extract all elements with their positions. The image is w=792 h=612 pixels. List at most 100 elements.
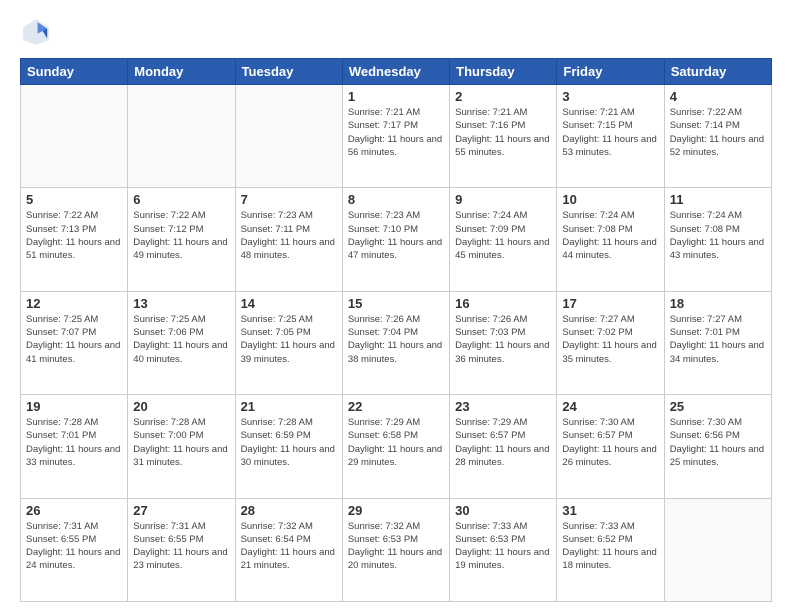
calendar-week-4: 26Sunrise: 7:31 AM Sunset: 6:55 PM Dayli…	[21, 498, 772, 601]
calendar-week-2: 12Sunrise: 7:25 AM Sunset: 7:07 PM Dayli…	[21, 291, 772, 394]
calendar-cell: 28 Sunrise: 7:32 AM Sunset: 6:54 PM Dayli…	[235, 498, 342, 601]
logo-icon	[20, 16, 52, 48]
day-number: 8	[348, 192, 444, 207]
day-header-thursday: Thursday	[450, 59, 557, 85]
day-info: Sunrise: 7:31 AM Sunset: 6:55 PM Dayligh…	[26, 520, 122, 573]
day-info: Sunrise: 7:27 AM Sunset: 7:01 PM Dayligh…	[670, 313, 766, 366]
day-info: Sunrise: 7:28 AM Sunset: 7:00 PM Dayligh…	[133, 416, 229, 469]
day-info: Sunrise: 7:29 AM Sunset: 6:57 PM Dayligh…	[455, 416, 551, 469]
day-header-tuesday: Tuesday	[235, 59, 342, 85]
day-info: Sunrise: 7:28 AM Sunset: 7:01 PM Dayligh…	[26, 416, 122, 469]
calendar-cell	[664, 498, 771, 601]
day-info: Sunrise: 7:30 AM Sunset: 6:57 PM Dayligh…	[562, 416, 658, 469]
calendar-cell: 29 Sunrise: 7:32 AM Sunset: 6:53 PM Dayli…	[342, 498, 449, 601]
day-info: Sunrise: 7:24 AM Sunset: 7:09 PM Dayligh…	[455, 209, 551, 262]
calendar-cell: 13Sunrise: 7:25 AM Sunset: 7:06 PM Dayli…	[128, 291, 235, 394]
day-info: Sunrise: 7:22 AM Sunset: 7:13 PM Dayligh…	[26, 209, 122, 262]
day-info: Sunrise: 7:29 AM Sunset: 6:58 PM Dayligh…	[348, 416, 444, 469]
day-info: Sunrise: 7:32 AM Sunset: 6:54 PM Dayligh…	[241, 520, 337, 573]
day-number: 9	[455, 192, 551, 207]
day-number: 23	[455, 399, 551, 414]
day-info: Sunrise: 7:21 AM Sunset: 7:15 PM Dayligh…	[562, 106, 658, 159]
day-number: 19	[26, 399, 122, 414]
calendar-cell: 17 Sunrise: 7:27 AM Sunset: 7:02 PM Dayli…	[557, 291, 664, 394]
calendar-week-3: 19 Sunrise: 7:28 AM Sunset: 7:01 PM Dayli…	[21, 395, 772, 498]
day-info: Sunrise: 7:32 AM Sunset: 6:53 PM Dayligh…	[348, 520, 444, 573]
calendar-cell: 24Sunrise: 7:30 AM Sunset: 6:57 PM Dayli…	[557, 395, 664, 498]
calendar-cell: 7 Sunrise: 7:23 AM Sunset: 7:11 PM Daylig…	[235, 188, 342, 291]
day-info: Sunrise: 7:26 AM Sunset: 7:03 PM Dayligh…	[455, 313, 551, 366]
day-info: Sunrise: 7:23 AM Sunset: 7:11 PM Dayligh…	[241, 209, 337, 262]
header-row: SundayMondayTuesdayWednesdayThursdayFrid…	[21, 59, 772, 85]
day-number: 11	[670, 192, 766, 207]
calendar-cell: 10 Sunrise: 7:24 AM Sunset: 7:08 PM Dayli…	[557, 188, 664, 291]
calendar-cell: 30Sunrise: 7:33 AM Sunset: 6:53 PM Dayli…	[450, 498, 557, 601]
calendar-cell	[21, 85, 128, 188]
day-info: Sunrise: 7:30 AM Sunset: 6:56 PM Dayligh…	[670, 416, 766, 469]
calendar-cell: 14Sunrise: 7:25 AM Sunset: 7:05 PM Dayli…	[235, 291, 342, 394]
day-number: 1	[348, 89, 444, 104]
calendar-cell: 5 Sunrise: 7:22 AM Sunset: 7:13 PM Daylig…	[21, 188, 128, 291]
calendar-cell: 31 Sunrise: 7:33 AM Sunset: 6:52 PM Dayli…	[557, 498, 664, 601]
day-number: 15	[348, 296, 444, 311]
calendar-cell: 15 Sunrise: 7:26 AM Sunset: 7:04 PM Dayli…	[342, 291, 449, 394]
calendar-cell: 2Sunrise: 7:21 AM Sunset: 7:16 PM Daylig…	[450, 85, 557, 188]
day-info: Sunrise: 7:25 AM Sunset: 7:07 PM Dayligh…	[26, 313, 122, 366]
calendar-cell: 22 Sunrise: 7:29 AM Sunset: 6:58 PM Dayli…	[342, 395, 449, 498]
day-number: 29	[348, 503, 444, 518]
day-number: 21	[241, 399, 337, 414]
calendar-header: SundayMondayTuesdayWednesdayThursdayFrid…	[21, 59, 772, 85]
day-number: 18	[670, 296, 766, 311]
calendar-cell: 21 Sunrise: 7:28 AM Sunset: 6:59 PM Dayli…	[235, 395, 342, 498]
day-number: 7	[241, 192, 337, 207]
calendar-cell: 20 Sunrise: 7:28 AM Sunset: 7:00 PM Dayli…	[128, 395, 235, 498]
day-info: Sunrise: 7:31 AM Sunset: 6:55 PM Dayligh…	[133, 520, 229, 573]
day-number: 10	[562, 192, 658, 207]
header	[20, 16, 772, 48]
day-number: 16	[455, 296, 551, 311]
day-info: Sunrise: 7:33 AM Sunset: 6:53 PM Dayligh…	[455, 520, 551, 573]
calendar-body: 1 Sunrise: 7:21 AM Sunset: 7:17 PM Daylig…	[21, 85, 772, 602]
day-info: Sunrise: 7:28 AM Sunset: 6:59 PM Dayligh…	[241, 416, 337, 469]
day-info: Sunrise: 7:21 AM Sunset: 7:17 PM Dayligh…	[348, 106, 444, 159]
day-number: 6	[133, 192, 229, 207]
day-info: Sunrise: 7:22 AM Sunset: 7:12 PM Dayligh…	[133, 209, 229, 262]
day-number: 17	[562, 296, 658, 311]
day-info: Sunrise: 7:27 AM Sunset: 7:02 PM Dayligh…	[562, 313, 658, 366]
day-number: 14	[241, 296, 337, 311]
day-info: Sunrise: 7:33 AM Sunset: 6:52 PM Dayligh…	[562, 520, 658, 573]
day-info: Sunrise: 7:24 AM Sunset: 7:08 PM Dayligh…	[562, 209, 658, 262]
calendar-cell: 3 Sunrise: 7:21 AM Sunset: 7:15 PM Daylig…	[557, 85, 664, 188]
calendar-cell: 19 Sunrise: 7:28 AM Sunset: 7:01 PM Dayli…	[21, 395, 128, 498]
day-info: Sunrise: 7:23 AM Sunset: 7:10 PM Dayligh…	[348, 209, 444, 262]
calendar-cell: 8 Sunrise: 7:23 AM Sunset: 7:10 PM Daylig…	[342, 188, 449, 291]
page: SundayMondayTuesdayWednesdayThursdayFrid…	[0, 0, 792, 612]
day-info: Sunrise: 7:24 AM Sunset: 7:08 PM Dayligh…	[670, 209, 766, 262]
calendar-cell: 4Sunrise: 7:22 AM Sunset: 7:14 PM Daylig…	[664, 85, 771, 188]
day-header-monday: Monday	[128, 59, 235, 85]
day-number: 13	[133, 296, 229, 311]
day-number: 27	[133, 503, 229, 518]
calendar-cell	[235, 85, 342, 188]
calendar-cell: 27 Sunrise: 7:31 AM Sunset: 6:55 PM Dayli…	[128, 498, 235, 601]
calendar-cell: 23 Sunrise: 7:29 AM Sunset: 6:57 PM Dayli…	[450, 395, 557, 498]
calendar-cell: 6 Sunrise: 7:22 AM Sunset: 7:12 PM Daylig…	[128, 188, 235, 291]
day-number: 5	[26, 192, 122, 207]
calendar-cell: 16 Sunrise: 7:26 AM Sunset: 7:03 PM Dayli…	[450, 291, 557, 394]
day-number: 25	[670, 399, 766, 414]
day-header-wednesday: Wednesday	[342, 59, 449, 85]
day-number: 3	[562, 89, 658, 104]
day-info: Sunrise: 7:22 AM Sunset: 7:14 PM Dayligh…	[670, 106, 766, 159]
day-number: 22	[348, 399, 444, 414]
day-header-friday: Friday	[557, 59, 664, 85]
calendar-table: SundayMondayTuesdayWednesdayThursdayFrid…	[20, 58, 772, 602]
day-number: 28	[241, 503, 337, 518]
day-number: 20	[133, 399, 229, 414]
calendar-cell: 18 Sunrise: 7:27 AM Sunset: 7:01 PM Dayli…	[664, 291, 771, 394]
calendar-cell: 9 Sunrise: 7:24 AM Sunset: 7:09 PM Daylig…	[450, 188, 557, 291]
day-header-sunday: Sunday	[21, 59, 128, 85]
calendar-week-0: 1 Sunrise: 7:21 AM Sunset: 7:17 PM Daylig…	[21, 85, 772, 188]
day-info: Sunrise: 7:26 AM Sunset: 7:04 PM Dayligh…	[348, 313, 444, 366]
day-number: 31	[562, 503, 658, 518]
calendar-cell: 11 Sunrise: 7:24 AM Sunset: 7:08 PM Dayli…	[664, 188, 771, 291]
